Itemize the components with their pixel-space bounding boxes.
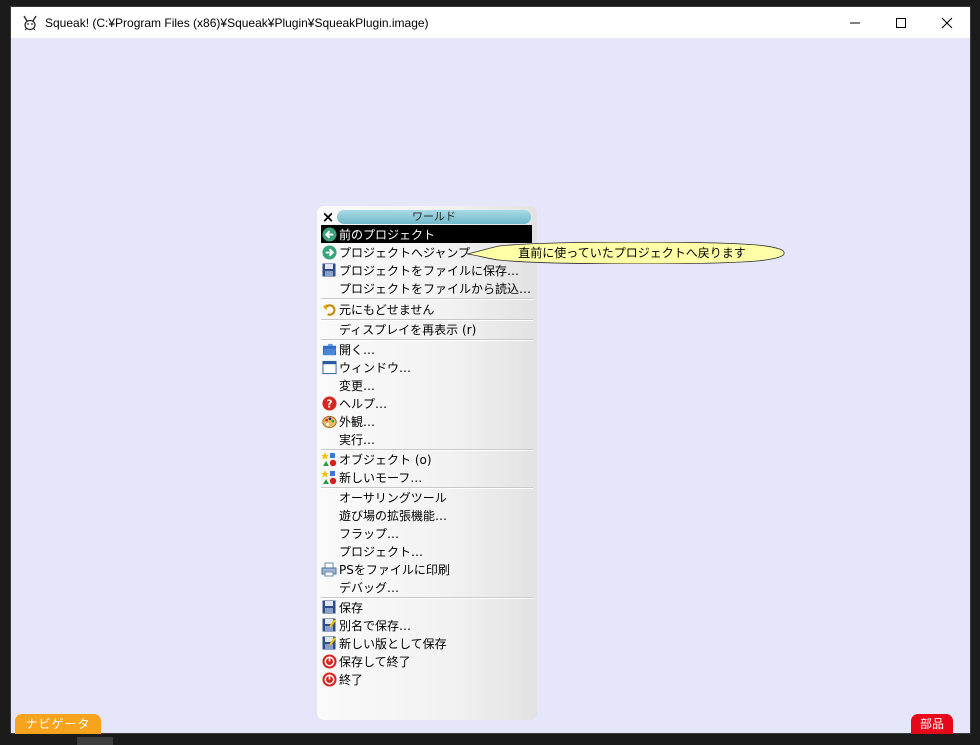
menu-item-label: 開く… bbox=[339, 342, 376, 357]
menu-item-do[interactable]: 実行… bbox=[321, 430, 532, 448]
help-icon: ? bbox=[321, 395, 337, 411]
window-icon bbox=[321, 359, 337, 375]
menu-item-label: 終了 bbox=[339, 672, 364, 687]
help-balloon: 直前に使っていたプロジェクトへ戻ります bbox=[467, 242, 785, 264]
menu-item-label: 元にもどせません bbox=[339, 302, 435, 317]
squeak-window: Squeak! (C:¥Program Files (x86)¥Squeak¥P… bbox=[10, 6, 971, 734]
menu-item-label: 保存して終了 bbox=[339, 654, 411, 669]
menu-item-authoring-tools[interactable]: オーサリングツール bbox=[321, 488, 532, 506]
menu-title[interactable]: ワールド bbox=[337, 210, 531, 224]
menu-item-label: ヘルプ… bbox=[339, 396, 388, 411]
menu-item-changes[interactable]: 変更… bbox=[321, 376, 532, 394]
menu-item-label: オブジェクト (o) bbox=[339, 452, 432, 467]
menu-item-label: プロジェクト… bbox=[339, 544, 424, 559]
menu-item-label: PSをファイルに印刷 bbox=[339, 562, 450, 577]
objects-icon bbox=[321, 451, 337, 467]
menu-item-label: プロジェクトをファイルに保存… bbox=[339, 263, 520, 278]
window-title: Squeak! (C:¥Program Files (x86)¥Squeak¥P… bbox=[45, 15, 429, 30]
taskbar-tab[interactable] bbox=[77, 737, 113, 745]
menu-item-help[interactable]: ? ヘルプ… bbox=[321, 394, 532, 412]
menu-item-label: 実行… bbox=[339, 432, 376, 447]
menu-item-save-as[interactable]: 別名で保存… bbox=[321, 616, 532, 634]
close-button[interactable] bbox=[924, 7, 970, 38]
forward-arrow-icon bbox=[321, 244, 337, 260]
menu-item-quit[interactable]: 終了 bbox=[321, 670, 532, 688]
menu-item-label: デバッグ… bbox=[339, 580, 400, 595]
title-bar[interactable]: Squeak! (C:¥Program Files (x86)¥Squeak¥P… bbox=[11, 7, 970, 38]
close-icon bbox=[941, 17, 953, 28]
menu-item-save[interactable]: 保存 bbox=[321, 598, 532, 616]
menu-close-icon[interactable]: × bbox=[321, 209, 335, 225]
menu-item-appearance[interactable]: 外観… bbox=[321, 412, 532, 430]
help-balloon-text: 直前に使っていたプロジェクトへ戻ります bbox=[518, 246, 746, 260]
back-arrow-icon bbox=[321, 226, 337, 242]
menu-item-objects[interactable]: オブジェクト (o) bbox=[321, 450, 532, 468]
maximize-icon bbox=[896, 17, 906, 28]
menu-item-save-and-quit[interactable]: 保存して終了 bbox=[321, 652, 532, 670]
palette-icon bbox=[321, 413, 337, 429]
minimize-icon bbox=[850, 22, 860, 23]
squeak-mouse-icon bbox=[21, 14, 39, 32]
menu-item-label: 新しいモーフ… bbox=[339, 470, 423, 485]
printer-icon bbox=[321, 561, 337, 577]
menu-item-label: オーサリングツール bbox=[339, 490, 447, 505]
new-morph-icon bbox=[321, 469, 337, 485]
menu-item-load-project-from-file[interactable]: プロジェクトをファイルから読込… bbox=[321, 279, 532, 297]
navigator-flap[interactable]: ナビゲータ bbox=[15, 714, 101, 734]
menu-item-debug[interactable]: デバッグ… bbox=[321, 578, 532, 596]
world-menu: × ワールド 前のプロジェクト プロジェクトへジャンプ プロジェクトをファイルに… bbox=[317, 206, 537, 720]
menu-item-previous-project[interactable]: 前のプロジェクト bbox=[321, 225, 532, 243]
menu-item-flaps[interactable]: フラップ… bbox=[321, 524, 532, 542]
menu-item-save-new-version[interactable]: 新しい版として保存 bbox=[321, 634, 532, 652]
parts-flap[interactable]: 部品 bbox=[911, 714, 953, 734]
menu-item-label: ディスプレイを再表示 (r) bbox=[339, 322, 477, 337]
menu-item-label: プロジェクトへジャンプ bbox=[339, 245, 471, 260]
menu-item-label: ウィンドウ… bbox=[339, 360, 412, 375]
menu-item-open[interactable]: 開く… bbox=[321, 340, 532, 358]
menu-item-new-morph[interactable]: 新しいモーフ… bbox=[321, 468, 532, 486]
menu-item-label: 新しい版として保存 bbox=[339, 636, 447, 651]
maximize-button[interactable] bbox=[878, 7, 924, 38]
menu-item-print-ps[interactable]: PSをファイルに印刷 bbox=[321, 560, 532, 578]
undo-icon bbox=[321, 301, 337, 317]
menu-item-label: プロジェクトをファイルから読込… bbox=[339, 281, 532, 296]
menu-item-windows[interactable]: ウィンドウ… bbox=[321, 358, 532, 376]
save-as-icon bbox=[321, 617, 337, 633]
save-icon bbox=[321, 599, 337, 615]
svg-text:?: ? bbox=[326, 398, 332, 410]
world-desktop[interactable]: × ワールド 前のプロジェクト プロジェクトへジャンプ プロジェクトをファイルに… bbox=[11, 38, 970, 734]
menu-item-label: フラップ… bbox=[339, 526, 400, 541]
quit-icon bbox=[321, 671, 337, 687]
menu-item-playfield-options[interactable]: 遊び場の拡張機能… bbox=[321, 506, 532, 524]
minimize-button[interactable] bbox=[832, 7, 878, 38]
save-quit-icon bbox=[321, 653, 337, 669]
menu-item-label: 変更… bbox=[339, 378, 376, 393]
menu-item-label: 遊び場の拡張機能… bbox=[339, 508, 448, 523]
menu-item-label: 外観… bbox=[339, 414, 376, 429]
menu-item-label: 前のプロジェクト bbox=[339, 227, 436, 242]
save-version-icon bbox=[321, 635, 337, 651]
menu-item-projects[interactable]: プロジェクト… bbox=[321, 542, 532, 560]
menu-item-label: 保存 bbox=[339, 600, 364, 615]
floppy-icon bbox=[321, 262, 337, 278]
menu-item-undo[interactable]: 元にもどせません bbox=[321, 300, 532, 318]
menu-item-restore-display[interactable]: ディスプレイを再表示 (r) bbox=[321, 320, 532, 338]
menu-item-label: 別名で保存… bbox=[339, 618, 412, 633]
open-folder-icon bbox=[321, 341, 337, 357]
